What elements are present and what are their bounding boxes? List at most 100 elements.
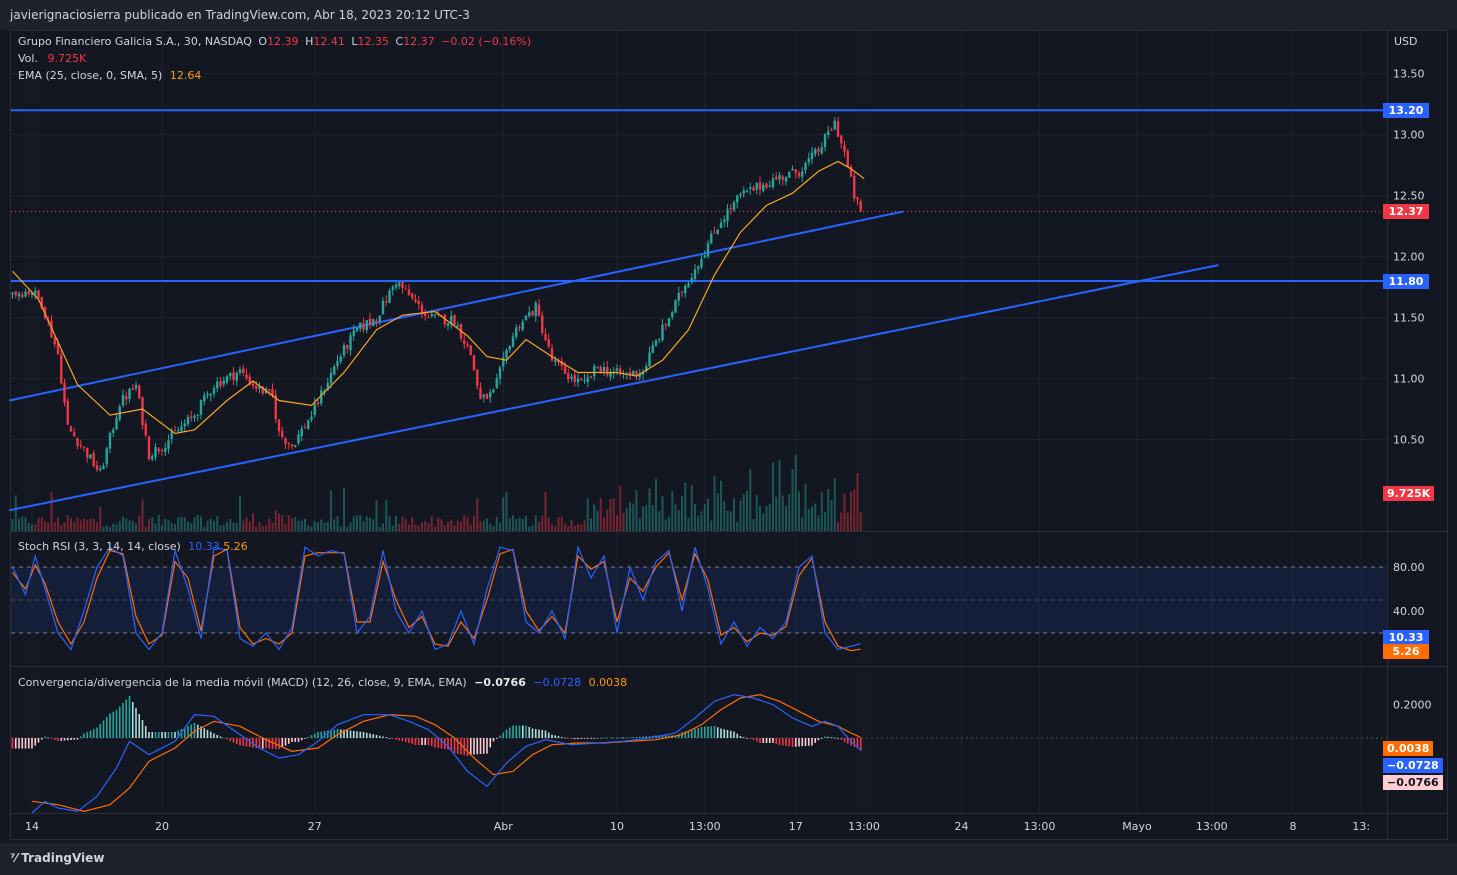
tradingview-logo[interactable]: ⁷⁄ TradingView — [10, 851, 104, 865]
candle-body — [388, 290, 391, 303]
macd-histogram-bar — [590, 738, 592, 739]
candle-body — [833, 120, 836, 130]
high-value: 12.41 — [313, 35, 345, 48]
macd-tick-label: 0.2000 — [1393, 699, 1432, 712]
volume-bar — [326, 521, 329, 531]
macd-histogram-bar — [837, 738, 839, 739]
candle-body — [713, 232, 716, 234]
volume-bar — [21, 516, 24, 531]
candle-body — [336, 360, 339, 366]
candle-body — [518, 327, 521, 329]
time-tick-label: 27 — [308, 820, 322, 833]
ema-legend[interactable]: EMA (25, close, 0, SMA, 5) 12.64 — [18, 69, 201, 82]
macd-histogram-bar — [375, 735, 378, 738]
candle-body — [836, 121, 840, 137]
candle-body — [11, 292, 14, 295]
candle-body — [375, 320, 378, 323]
volume-bar — [232, 522, 235, 531]
candle-body — [810, 152, 814, 160]
volume-bar — [274, 510, 277, 531]
candle-body — [801, 171, 804, 177]
candle-body — [830, 129, 833, 131]
macd-histogram-bar — [352, 730, 355, 738]
macd-histogram-bar — [382, 736, 384, 738]
candle-body — [333, 366, 336, 375]
volume-bar — [814, 503, 817, 531]
volume-bar — [752, 519, 755, 531]
volume-bar — [551, 524, 553, 531]
volume-bar — [37, 517, 40, 531]
volume-bar — [86, 519, 89, 531]
volume-bar — [534, 515, 537, 531]
volume-bar — [278, 513, 280, 531]
macd-histogram-bar — [814, 738, 817, 743]
stoch-legend[interactable]: Stoch RSI (3, 3, 14, 14, close) 10.33 5.… — [18, 540, 248, 553]
volume-bar — [794, 455, 797, 531]
volume-legend[interactable]: Vol. 9.725K — [18, 52, 86, 65]
volume-bar — [573, 526, 576, 531]
macd-legend[interactable]: Convergencia/divergencia de la media móv… — [18, 676, 627, 689]
macd-histogram-bar — [164, 732, 167, 738]
volume-bar — [213, 521, 215, 531]
macd-histogram-bar — [128, 696, 131, 738]
symbol-legend[interactable]: Grupo Financiero Galicia S.A., 30, NASDA… — [18, 35, 531, 48]
candle-body — [37, 290, 40, 299]
macd-histogram-bar — [60, 738, 63, 741]
candle-body — [329, 372, 333, 384]
macd-histogram-bar — [96, 727, 98, 738]
volume-bar — [112, 523, 115, 531]
volume-bar — [89, 518, 92, 531]
macd-histogram-bar — [317, 732, 319, 738]
candle-body — [154, 447, 157, 458]
candle-body — [242, 368, 245, 374]
candle-body — [144, 423, 147, 436]
chart-canvas[interactable]: USD13.5013.0012.5012.0011.5011.0010.5080… — [0, 0, 1457, 875]
macd-histogram-bar — [304, 738, 306, 739]
volume-bar — [736, 522, 739, 531]
candle-body — [781, 176, 784, 180]
candle-body — [453, 315, 456, 326]
macd-histogram-bar — [518, 725, 521, 738]
candle-body — [255, 385, 258, 389]
macd-histogram-bar — [401, 738, 404, 742]
volume-bar — [141, 499, 144, 531]
macd-histogram-bar — [372, 734, 375, 738]
volume-bar — [541, 515, 544, 531]
macd-histogram-bar — [196, 724, 199, 738]
volume-bar — [668, 516, 670, 531]
macd-histogram-bar — [515, 725, 518, 738]
volume-bar — [83, 518, 85, 531]
candle-body — [736, 195, 739, 203]
volume-bar — [476, 497, 479, 531]
volume-bar — [70, 517, 72, 531]
macd-histogram-bar — [31, 738, 33, 749]
candle-body — [550, 348, 554, 361]
candle-body — [758, 182, 762, 190]
volume-bar — [92, 518, 95, 531]
candle-body — [615, 368, 619, 371]
macd-histogram-bar — [216, 735, 219, 738]
macd-histogram-bar — [437, 738, 440, 748]
candle-body — [739, 194, 742, 196]
candle-body — [843, 145, 846, 152]
macd-histogram-bar — [824, 736, 826, 738]
candle-body — [60, 354, 63, 384]
macd-histogram-bar — [404, 738, 407, 743]
macd-histogram-bar — [34, 738, 37, 746]
volume-bar — [837, 521, 839, 531]
open-value: 12.39 — [267, 35, 299, 48]
volume-bar — [456, 520, 459, 531]
candle-body — [814, 148, 817, 155]
macd-histogram-bar — [544, 730, 547, 738]
volume-bar — [170, 522, 173, 531]
volume-bar — [723, 500, 726, 531]
candle-body — [583, 380, 586, 382]
candle-body — [164, 447, 167, 452]
volume-bar — [801, 517, 804, 531]
volume-bar — [684, 482, 687, 531]
volume-bar — [287, 515, 290, 531]
candle-body — [99, 468, 102, 471]
macd-histogram-bar — [840, 738, 843, 740]
candle-body — [355, 327, 359, 331]
time-tick-label: 20 — [155, 820, 169, 833]
